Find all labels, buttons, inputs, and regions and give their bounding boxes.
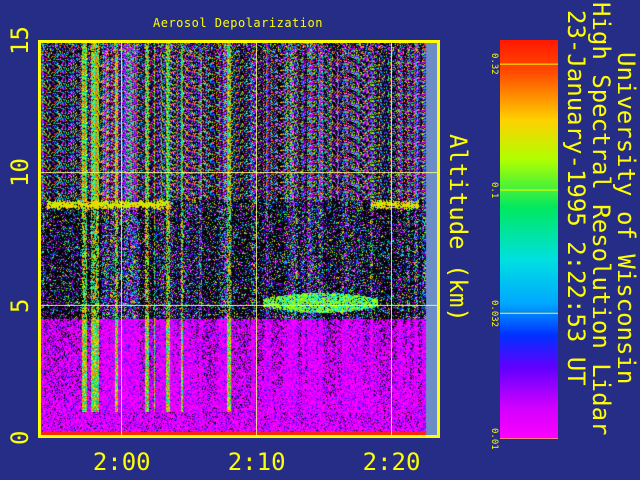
y-tick-label: 15 bbox=[6, 25, 34, 55]
y-axis-label: Altitude (km) bbox=[444, 134, 472, 322]
colorbar-tick-label: 0.01 bbox=[489, 428, 499, 450]
x-tick-label: 2:00 bbox=[92, 448, 151, 476]
colorbar-gradient bbox=[500, 40, 558, 439]
colorbar bbox=[500, 40, 558, 439]
plot-area bbox=[38, 40, 440, 438]
header-institution: University of Wisconsin bbox=[612, 52, 640, 385]
depolarization-image bbox=[38, 40, 440, 438]
y-tick-label: 10 bbox=[6, 158, 34, 188]
header-instrument: High Spectral Resolution Lidar bbox=[587, 2, 615, 436]
header-datetime: 23-January-1995 2:22:53 UT bbox=[562, 10, 590, 386]
colorbar-tick-label: 0.1 bbox=[489, 181, 499, 199]
colorbar-tick-label: 0.32 bbox=[489, 53, 499, 76]
y-tick-label: 0 bbox=[6, 430, 34, 446]
colorbar-tick-label: 0.032 bbox=[489, 299, 499, 327]
x-tick-label: 2:20 bbox=[362, 448, 421, 476]
y-tick-label: 5 bbox=[6, 298, 34, 313]
x-tick-label: 2:10 bbox=[227, 448, 286, 476]
chart-title: Aerosol Depolarization bbox=[153, 16, 323, 30]
